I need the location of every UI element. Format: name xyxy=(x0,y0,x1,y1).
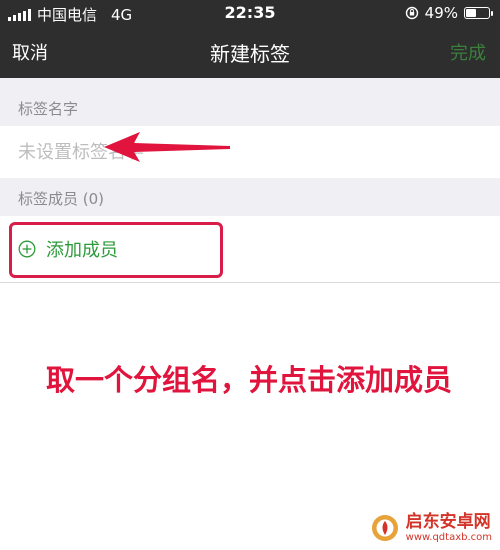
arrow-annotation-icon xyxy=(104,132,230,162)
watermark-logo-icon xyxy=(371,515,398,541)
watermark-url: www.qdtaxb.com xyxy=(405,532,492,543)
name-section-label: 标签名字 xyxy=(18,100,79,118)
status-bar: 中国电信 4G 22:35 49% xyxy=(0,0,500,26)
watermark-name: 启东安卓网 xyxy=(405,512,491,532)
rotation-lock-icon xyxy=(405,6,418,20)
annotation-text: 取一个分组名，并点击添加成员 xyxy=(46,363,453,397)
watermark: 启东安卓网 www.qdtaxb.com xyxy=(370,512,492,544)
cancel-button[interactable]: 取消 xyxy=(12,39,48,65)
done-button[interactable]: 完成 xyxy=(450,39,486,65)
tag-name-input[interactable] xyxy=(18,136,478,168)
battery-icon xyxy=(464,7,493,19)
name-row xyxy=(0,126,500,178)
battery-percent: 49% xyxy=(424,4,458,22)
highlight-box xyxy=(9,222,223,278)
status-right: 49% xyxy=(405,4,493,22)
nav-bar: 取消 新建标签 完成 xyxy=(0,26,500,78)
members-section-label: 标签成员 (0) xyxy=(18,190,105,208)
page-title: 新建标签 xyxy=(210,42,290,66)
battery-fill xyxy=(466,9,476,17)
